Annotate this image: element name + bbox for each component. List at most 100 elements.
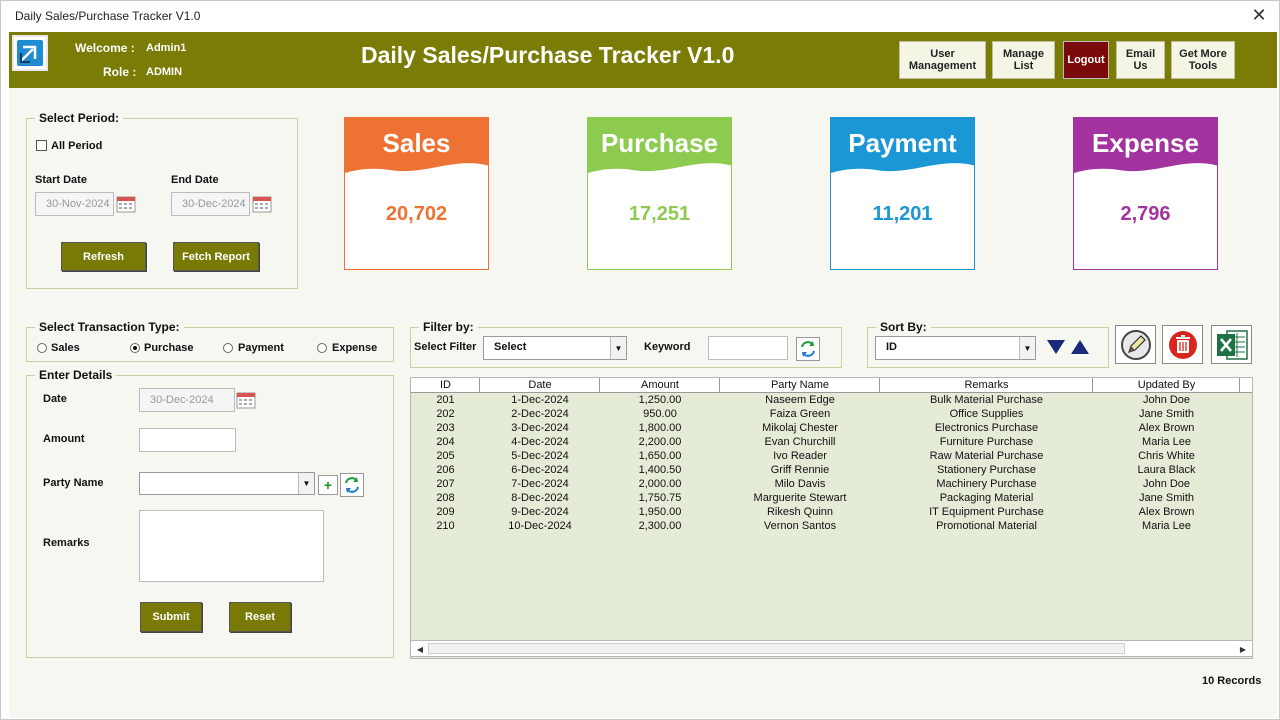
cell-remarks: Promotional Material (936, 520, 1037, 532)
radio-expense[interactable] (317, 343, 327, 353)
user-management-button[interactable]: User Management (899, 41, 986, 79)
col-party-name[interactable]: Party Name (720, 379, 880, 392)
logout-button[interactable]: Logout (1063, 41, 1109, 79)
refresh-button[interactable]: Refresh (61, 242, 146, 271)
sort-ascending-icon[interactable] (1069, 337, 1091, 357)
table-row[interactable]: 207 7-Dec-2024 2,000.00 Milo Davis Machinery… (411, 478, 1252, 492)
cell-updated-by: Maria Lee (1142, 436, 1191, 448)
cell-remarks: Raw Material Purchase (929, 450, 1044, 462)
table-row[interactable]: 205 5-Dec-2024 1,650.00 Ivo Reader Raw Mater… (411, 450, 1252, 464)
col-amount[interactable]: Amount (600, 379, 720, 392)
table-row[interactable]: 204 4-Dec-2024 2,200.00 Evan Churchill Furni… (411, 436, 1252, 450)
start-date-field[interactable]: 30-Nov-2024 (35, 192, 114, 216)
cell-id: 205 (436, 450, 455, 462)
remarks-textarea[interactable] (139, 510, 324, 582)
sort-descending-icon[interactable] (1045, 337, 1067, 357)
cell-amount: 2,200.00 (638, 436, 682, 448)
date-field[interactable]: 30-Dec-2024 (139, 388, 235, 412)
expense-card-value: 2,796 (1120, 203, 1171, 225)
cell-date: 5-Dec-2024 (511, 450, 569, 462)
purchase-card-title: Purchase (600, 128, 719, 158)
table-horizontal-scrollbar[interactable]: ◀ ▶ (410, 640, 1253, 657)
start-calendar-icon[interactable] (116, 195, 136, 213)
sort-by-combo[interactable]: ID ▼ (875, 336, 1036, 360)
payment-card: Payment 11,201 (830, 117, 975, 270)
cell-amount: 2,300.00 (638, 520, 682, 532)
scroll-thumb[interactable] (428, 643, 1125, 654)
radio-payment[interactable] (223, 343, 233, 353)
cell-date: 8-Dec-2024 (511, 492, 569, 504)
table-row[interactable]: 208 8-Dec-2024 1,750.75 Marguerite Stewart P… (411, 492, 1252, 506)
payment-card-value: 11,201 (872, 203, 933, 225)
sort-legend: Sort By: (880, 320, 927, 334)
cell-date: 4-Dec-2024 (511, 436, 569, 448)
transactions-table[interactable]: ID Date Amount Party Name Remarks Update… (410, 377, 1253, 659)
close-icon[interactable]: ✕ (1249, 5, 1269, 25)
radio-purchase[interactable] (130, 343, 140, 353)
get-more-tools-button[interactable]: Get More Tools (1171, 41, 1235, 79)
cell-party-name: Milo Davis (774, 478, 826, 490)
cell-updated-by: John Doe (1142, 478, 1191, 490)
end-date-field[interactable]: 30-Dec-2024 (171, 192, 250, 216)
table-row[interactable]: 206 6-Dec-2024 1,400.50 Griff Rennie Station… (411, 464, 1252, 478)
cell-updated-by: Jane Smith (1138, 408, 1195, 420)
edit-button[interactable] (1115, 325, 1156, 364)
manage-list-button[interactable]: Manage List (992, 41, 1055, 79)
role-label: Role : (103, 65, 137, 79)
table-row[interactable]: 210 10-Dec-2024 2,300.00 Vernon Santos Promo… (411, 520, 1252, 534)
purchase-card-value: 17,251 (628, 203, 691, 225)
filter-dropdown-arrow-icon[interactable]: ▼ (610, 337, 626, 359)
cell-party-name: Ivo Reader (773, 450, 827, 462)
transaction-type-panel: Select Transaction Type: (26, 320, 394, 362)
radio-sales[interactable] (37, 343, 47, 353)
table-row[interactable]: 201 1-Dec-2024 1,250.00 Naseem Edge Bulk Mat… (411, 394, 1252, 408)
cell-remarks: Machinery Purchase (936, 478, 1037, 490)
party-dropdown-arrow-icon[interactable]: ▼ (298, 473, 314, 494)
sales-card-title: Sales (382, 128, 451, 158)
party-name-combo[interactable]: ▼ (139, 472, 315, 495)
cell-remarks: IT Equipment Purchase (929, 506, 1044, 518)
date-calendar-icon[interactable] (236, 391, 256, 409)
sort-dropdown-arrow-icon[interactable]: ▼ (1019, 337, 1035, 359)
scroll-right-icon[interactable]: ▶ (1236, 643, 1250, 655)
radio-purchase-label: Purchase (144, 342, 194, 354)
reset-button[interactable]: Reset (229, 602, 291, 632)
all-period-checkbox[interactable] (36, 140, 47, 151)
submit-button[interactable]: Submit (140, 602, 202, 632)
expense-card-header: Expense (1074, 118, 1217, 176)
refresh-filter-icon[interactable] (796, 337, 820, 361)
cell-date: 3-Dec-2024 (511, 422, 569, 434)
delete-button[interactable] (1162, 325, 1203, 364)
cell-id: 204 (436, 436, 455, 448)
refresh-party-icon[interactable] (340, 473, 364, 497)
fetch-report-button[interactable]: Fetch Report (173, 242, 259, 271)
cell-amount: 1,400.50 (638, 464, 682, 476)
cell-updated-by: Alex Brown (1138, 506, 1195, 518)
welcome-label: Welcome : (75, 41, 135, 55)
cell-date: 7-Dec-2024 (511, 478, 569, 490)
col-date[interactable]: Date (480, 379, 600, 392)
cell-remarks: Stationery Purchase (936, 464, 1037, 476)
cell-party-name: Vernon Santos (763, 520, 837, 532)
app-body: Welcome : Admin1 Role : ADMIN Daily Sale… (9, 32, 1277, 718)
table-row[interactable]: 203 3-Dec-2024 1,800.00 Mikolaj Chester Elec… (411, 422, 1252, 436)
welcome-value: Admin1 (146, 42, 187, 54)
expense-card: Expense 2,796 (1073, 117, 1218, 270)
export-excel-button[interactable] (1211, 325, 1252, 364)
end-calendar-icon[interactable] (252, 195, 272, 213)
scroll-left-icon[interactable]: ◀ (413, 643, 427, 655)
table-row[interactable]: 202 2-Dec-2024 950.00 Faiza Green Office Sup… (411, 408, 1252, 422)
cell-updated-by: John Doe (1142, 394, 1191, 406)
keyword-input[interactable] (708, 336, 788, 360)
select-filter-combo[interactable]: Select ▼ (483, 336, 627, 360)
table-row[interactable]: 209 9-Dec-2024 1,950.00 Rikesh Quinn IT Equi… (411, 506, 1252, 520)
amount-input[interactable] (139, 428, 236, 452)
col-id[interactable]: ID (411, 379, 480, 392)
add-party-icon[interactable]: + (318, 475, 338, 495)
cell-amount: 1,800.00 (638, 422, 682, 434)
sales-card-header: Sales (345, 118, 488, 176)
col-remarks[interactable]: Remarks (880, 379, 1093, 392)
email-us-button[interactable]: Email Us (1116, 41, 1165, 79)
table-header: ID Date Amount Party Name Remarks Update… (411, 378, 1252, 393)
col-updated-by[interactable]: Updated By (1093, 379, 1240, 392)
